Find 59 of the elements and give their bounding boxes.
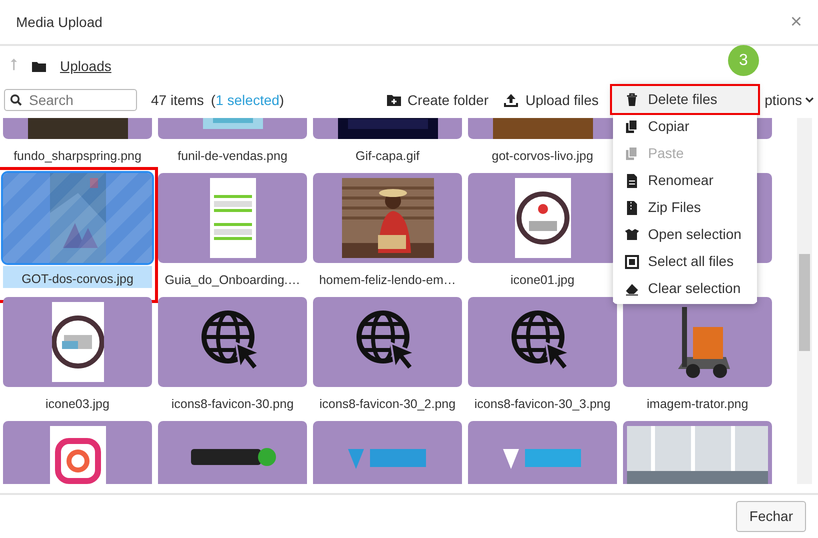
file-name: icons8-favicon-30_3.png <box>473 396 612 413</box>
bracket: ( <box>210 90 216 110</box>
selection-count: 1 selected <box>216 90 280 110</box>
close-dialog-button[interactable]: Fechar <box>736 500 806 532</box>
scroll-thumb[interactable] <box>799 254 810 351</box>
trash-icon <box>625 92 639 106</box>
file-tile[interactable] <box>313 421 462 484</box>
file-tile[interactable] <box>313 297 462 387</box>
menu-item[interactable]: Select all files <box>613 248 757 275</box>
file-name: Gif-capa.gif <box>354 148 420 165</box>
file-tile[interactable] <box>158 421 307 484</box>
file-name: Guia_do_Onboarding.… <box>164 272 302 289</box>
scrollbar[interactable] <box>797 118 812 484</box>
menu-item[interactable]: Zip Files <box>613 194 757 221</box>
folder-icon <box>32 60 46 72</box>
new-folder-icon <box>386 94 401 106</box>
file-tile[interactable] <box>3 421 152 484</box>
options-button[interactable]: ptions <box>764 90 814 110</box>
file-tile[interactable] <box>313 173 462 263</box>
zip-file-icon <box>625 200 639 214</box>
bracket: ) <box>279 90 284 110</box>
file-name: icone03.jpg <box>44 396 110 413</box>
file-name: icons8-favicon-30_2.png <box>318 396 457 413</box>
close-button[interactable]: × <box>790 12 802 32</box>
file-tile[interactable] <box>3 297 152 387</box>
copy-icon <box>625 146 639 160</box>
chevron-down-icon <box>805 97 814 103</box>
toolbar-button[interactable]: Upload files <box>504 90 599 110</box>
step-badge: 3 <box>728 45 759 76</box>
file-name: got-corvos-livo.jpg <box>490 148 594 165</box>
menu-item[interactable]: Renomear <box>613 167 757 194</box>
file-tile[interactable] <box>158 173 307 263</box>
file-tile[interactable] <box>158 297 307 387</box>
file-tile[interactable] <box>3 173 152 263</box>
item-count: 47 items <box>151 90 204 110</box>
menu-item[interactable]: Clear selection <box>613 275 757 302</box>
menu-item[interactable]: Delete files <box>612 86 758 113</box>
toolbar-button[interactable]: Create folder <box>386 90 488 110</box>
copy-icon <box>625 120 639 134</box>
search-field[interactable]: Search <box>4 89 137 111</box>
eraser-icon <box>625 282 639 296</box>
file-name: funil-de-vendas.png <box>176 148 288 165</box>
file-name: icons8-favicon-30.png <box>170 396 295 413</box>
menu-item[interactable]: Open selection <box>613 221 757 248</box>
search-icon <box>10 94 22 106</box>
file-name: fundo_sharpspring.png <box>12 148 142 165</box>
menu-item[interactable]: Copiar <box>613 113 757 140</box>
folder-link[interactable]: Uploads <box>60 56 112 76</box>
window-title: Media Upload <box>16 12 102 32</box>
file-name: imagem-trator.png <box>646 396 750 413</box>
file-tile[interactable] <box>468 297 617 387</box>
file-name: GOT-dos-corvos.jpg <box>3 266 152 288</box>
select-icon <box>625 254 639 268</box>
file-tile[interactable] <box>623 297 772 387</box>
upload-icon <box>504 93 518 107</box>
file-name: icone01.jpg <box>510 272 576 289</box>
file-tile[interactable] <box>468 421 617 484</box>
file-icon <box>625 174 639 188</box>
file-name: homem-feliz-lendo-em… <box>318 272 457 289</box>
